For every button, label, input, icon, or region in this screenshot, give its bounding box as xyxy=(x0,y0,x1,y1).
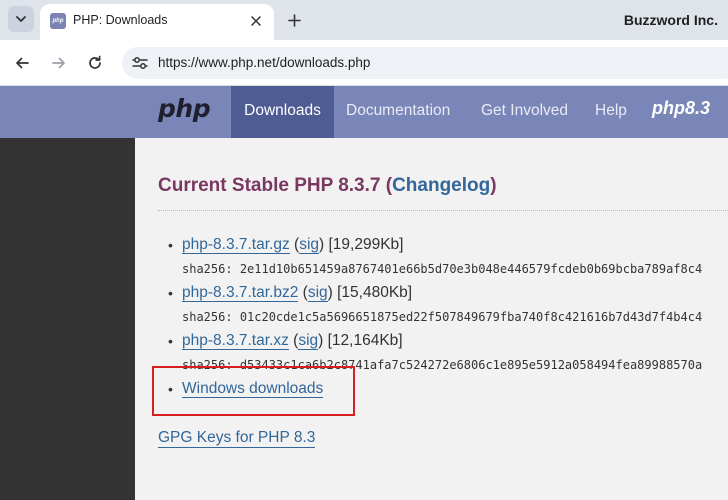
url-text: https://www.php.net/downloads.php xyxy=(158,55,371,70)
sig-link-tar-bz2[interactable]: sig xyxy=(307,284,328,302)
back-button[interactable] xyxy=(10,51,34,75)
nav-downloads[interactable]: Downloads xyxy=(231,86,334,138)
new-tab-button[interactable] xyxy=(282,8,306,32)
paren-close: ) xyxy=(490,175,497,196)
list-item: php-8.3.7.tar.gz (sig) [19,299Kb] sha256… xyxy=(158,234,728,282)
download-link-tar-gz[interactable]: php-8.3.7.tar.gz xyxy=(182,236,290,254)
arrow-right-icon xyxy=(52,57,65,69)
nav-help[interactable]: Help xyxy=(595,86,627,138)
tab-search-button[interactable] xyxy=(8,6,34,32)
close-icon xyxy=(251,16,261,26)
paren-open: ( xyxy=(380,175,393,196)
profile-name: Buzzword Inc. xyxy=(623,12,718,28)
address-bar[interactable]: https://www.php.net/downloads.php xyxy=(122,47,728,79)
file-size: [15,480Kb] xyxy=(337,284,413,301)
tune-icon xyxy=(132,57,148,69)
browser-tab[interactable]: php PHP: Downloads xyxy=(40,4,274,40)
forward-button[interactable] xyxy=(47,51,71,75)
nav-get-involved[interactable]: Get Involved xyxy=(481,86,568,138)
arrow-left-icon xyxy=(16,57,29,69)
sha-label: sha256: xyxy=(182,262,233,276)
plus-icon xyxy=(287,13,301,27)
reload-icon xyxy=(89,55,101,69)
left-sidebar xyxy=(0,138,135,500)
tab-close-button[interactable] xyxy=(246,11,266,31)
download-link-tar-bz2[interactable]: php-8.3.7.tar.bz2 xyxy=(182,284,299,302)
sha256-hash: sha256: 2e11d10b651459a8767401e66b5d70e3… xyxy=(182,256,728,282)
sha-label: sha256: xyxy=(182,310,233,324)
tab-strip: php PHP: Downloads Buzzword Inc. xyxy=(0,0,728,40)
sig-link-tar-xz[interactable]: sig xyxy=(298,332,319,350)
release-title-text: Current Stable PHP 8.3.7 xyxy=(158,175,381,196)
sig-link-tar-gz[interactable]: sig xyxy=(299,236,320,254)
main-content: Current Stable PHP 8.3.7 (Changelog) php… xyxy=(135,138,728,500)
gpg-keys-link[interactable]: GPG Keys for PHP 8.3 xyxy=(158,429,316,448)
reload-button[interactable] xyxy=(83,51,107,75)
release-title: Current Stable PHP 8.3.7 (Changelog) xyxy=(158,175,497,197)
php-favicon-icon: php xyxy=(50,13,66,29)
site-nav-bar: php Downloads Documentation Get Involved… xyxy=(0,86,728,138)
sha-value: 2e11d10b651459a8767401e66b5d70e3b048e446… xyxy=(239,262,703,276)
php-8-3-logo[interactable]: php8.3 xyxy=(652,98,710,119)
browser-toolbar: https://www.php.net/downloads.php xyxy=(0,40,728,86)
php-logo[interactable]: php xyxy=(158,94,211,123)
download-link-tar-xz[interactable]: php-8.3.7.tar.xz xyxy=(182,332,289,350)
list-item: php-8.3.7.tar.bz2 (sig) [15,480Kb] sha25… xyxy=(158,282,728,330)
annotation-highlight-box xyxy=(152,366,355,416)
tab-title: PHP: Downloads xyxy=(73,13,168,27)
sha-value: 01c20cde1c5a5696651875ed22f507849679fba7… xyxy=(239,310,703,324)
file-size: [19,299Kb] xyxy=(328,236,404,253)
file-size: [12,164Kb] xyxy=(327,332,403,349)
chevron-down-icon xyxy=(16,16,26,22)
nav-documentation[interactable]: Documentation xyxy=(346,86,450,138)
sha256-hash: sha256: 01c20cde1c5a5696651875ed22f50784… xyxy=(182,304,728,330)
site-info-button[interactable] xyxy=(131,54,149,72)
changelog-link[interactable]: Changelog xyxy=(392,175,490,196)
title-divider xyxy=(158,210,728,211)
